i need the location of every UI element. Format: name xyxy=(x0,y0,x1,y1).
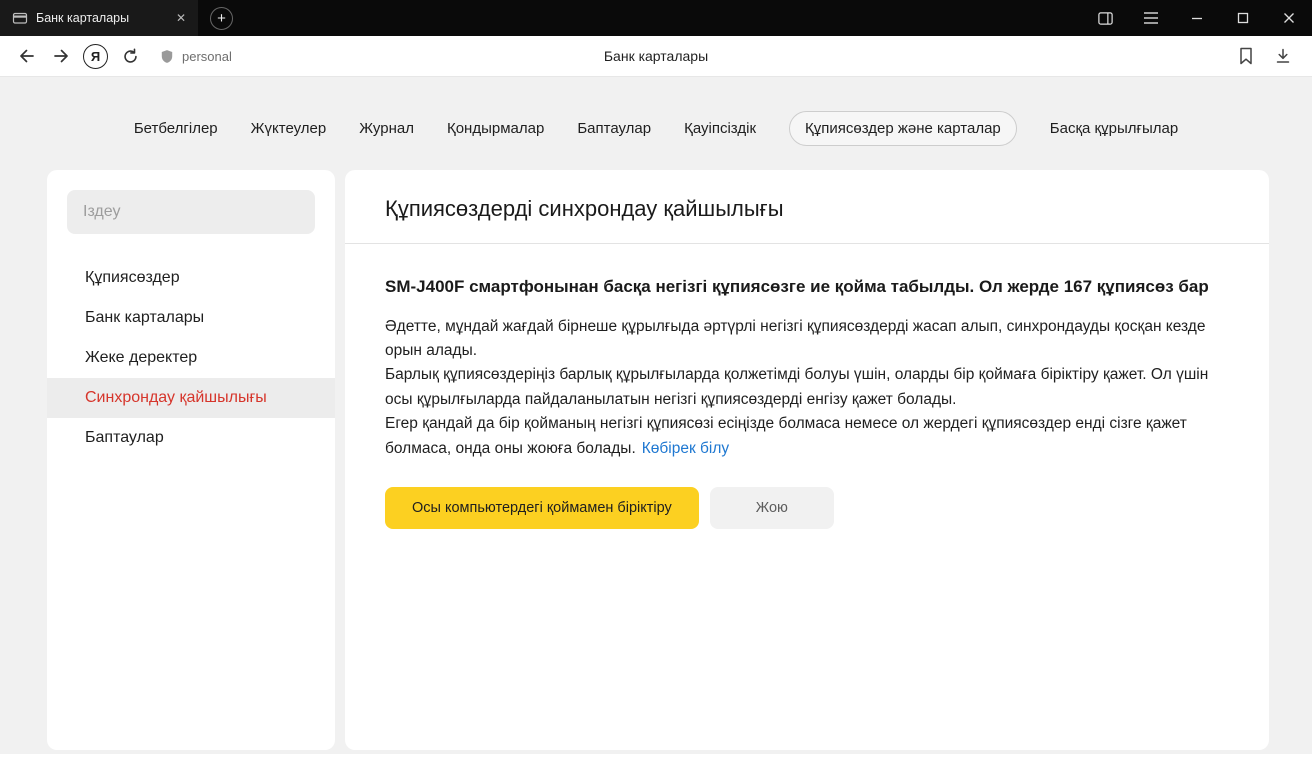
conflict-heading: SM-J400F смартфонынан басқа негізгі құпи… xyxy=(385,274,1225,300)
new-tab-button[interactable]: + xyxy=(210,7,233,30)
bookmark-icon[interactable] xyxy=(1238,47,1254,65)
sidebar-menu: Құпиясөздер Банк карталары Жеке деректер… xyxy=(47,258,335,458)
main-panel-title: Құпиясөздерді синхрондау қайшылығы xyxy=(385,196,1229,222)
settings-nav-tabs: Бетбелгілер Жүктеулер Журнал Қондырмалар… xyxy=(0,77,1312,146)
learn-more-link[interactable]: Көбірек білу xyxy=(642,440,729,457)
sidebar-item-sync-conflict[interactable]: Синхрондау қайшылығы xyxy=(47,378,335,418)
minimize-button[interactable] xyxy=(1174,0,1220,36)
page-title: Банк карталары xyxy=(604,48,708,64)
tab-passwords-and-cards[interactable]: Құпиясөздер және карталар xyxy=(789,111,1017,146)
main-body: SM-J400F смартфонынан басқа негізгі құпи… xyxy=(345,244,1269,559)
tab-extensions[interactable]: Қондырмалар xyxy=(447,112,544,145)
conflict-paragraph-2: Барлық құпиясөздеріңіз барлық құрылғылар… xyxy=(385,363,1229,412)
protect-badge[interactable]: personal xyxy=(159,48,232,65)
forward-icon[interactable] xyxy=(44,40,78,72)
browser-window: Банк карталары ✕ + xyxy=(0,0,1312,762)
tab-history[interactable]: Журнал xyxy=(359,112,414,145)
tab-title: Банк карталары xyxy=(36,11,164,25)
menu-icon[interactable] xyxy=(1128,0,1174,36)
conflict-paragraph-3: Егер қандай да бір қойманың негізгі құпи… xyxy=(385,412,1229,461)
sidebar: Құпиясөздер Банк карталары Жеке деректер… xyxy=(47,170,335,750)
tab-favicon-icon xyxy=(12,10,28,26)
delete-storage-button[interactable]: Жою xyxy=(710,487,834,529)
action-buttons: Осы компьютердегі қоймамен біріктіру Жою xyxy=(385,487,1229,529)
settings-page: Бетбелгілер Жүктеулер Журнал Қондырмалар… xyxy=(0,77,1312,754)
window-bottom-strip xyxy=(0,754,1312,762)
protect-label: personal xyxy=(182,49,232,64)
tab-bookmarks[interactable]: Бетбелгілер xyxy=(134,112,218,145)
tab-close-icon[interactable]: ✕ xyxy=(172,9,190,27)
titlebar-controls xyxy=(1082,0,1312,36)
tab-downloads[interactable]: Жүктеулер xyxy=(251,112,327,145)
yandex-logo-icon[interactable]: Я xyxy=(83,44,108,69)
titlebar: Банк карталары ✕ + xyxy=(0,0,1312,36)
tab-settings[interactable]: Баптаулар xyxy=(577,112,651,145)
toolbar: Я personal Банк карталары xyxy=(0,36,1312,77)
search-box xyxy=(67,190,315,234)
sidebar-item-personal-data[interactable]: Жеке деректер xyxy=(47,338,335,378)
toolbar-right xyxy=(1238,47,1298,65)
browser-tab[interactable]: Банк карталары ✕ xyxy=(0,0,198,36)
maximize-button[interactable] xyxy=(1220,0,1266,36)
back-icon[interactable] xyxy=(10,40,44,72)
main-panel: Құпиясөздерді синхрондау қайшылығы SM-J4… xyxy=(345,170,1269,750)
shield-icon xyxy=(159,48,175,65)
search-input[interactable] xyxy=(67,203,315,221)
downloads-icon[interactable] xyxy=(1274,47,1292,65)
sidebar-item-settings[interactable]: Баптаулар xyxy=(47,418,335,458)
side-panel-icon[interactable] xyxy=(1082,0,1128,36)
sidebar-item-passwords[interactable]: Құпиясөздер xyxy=(47,258,335,298)
refresh-icon[interactable] xyxy=(113,40,147,72)
tab-other-devices[interactable]: Басқа құрылғылар xyxy=(1050,112,1178,145)
merge-storage-button[interactable]: Осы компьютердегі қоймамен біріктіру xyxy=(385,487,699,529)
tab-security[interactable]: Қауіпсіздік xyxy=(684,112,756,145)
sidebar-item-bank-cards[interactable]: Банк карталары xyxy=(47,298,335,338)
conflict-paragraph-1: Әдетте, мұндай жағдай бірнеше құрылғыда … xyxy=(385,315,1229,364)
main-header: Құпиясөздерді синхрондау қайшылығы xyxy=(345,170,1269,243)
cards-row: Құпиясөздер Банк карталары Жеке деректер… xyxy=(47,170,1269,750)
close-window-button[interactable] xyxy=(1266,0,1312,36)
conflict-paragraph-3-text: Егер қандай да бір қойманың негізгі құпи… xyxy=(385,415,1187,456)
